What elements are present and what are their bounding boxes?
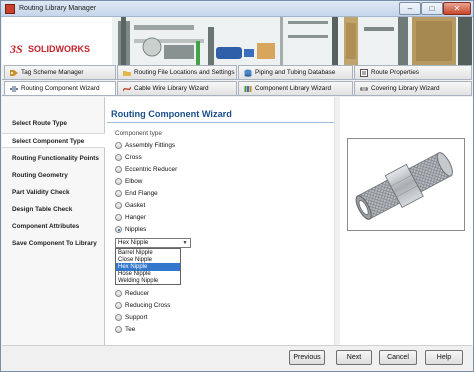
close-button[interactable]: ✕: [443, 2, 471, 15]
tab-routing-file-locations[interactable]: Routing File Locations and Settings: [117, 65, 237, 79]
database-icon: [244, 69, 252, 77]
tab-label: Tag Scheme Manager: [21, 69, 84, 76]
radio-button[interactable]: [115, 190, 122, 197]
cable-icon: [123, 86, 131, 92]
covering-icon: [360, 87, 368, 91]
tab-route-properties[interactable]: Route Properties: [354, 65, 472, 79]
step-routing-geometry[interactable]: Routing Geometry: [2, 168, 105, 183]
radio-button[interactable]: [115, 154, 122, 161]
wizard-icon: [10, 86, 18, 92]
cancel-button[interactable]: Cancel: [379, 350, 417, 365]
tab-label: Routing File Locations and Settings: [134, 69, 235, 76]
window-title: Routing Library Manager: [19, 5, 97, 12]
hex-nipple-preview-image: [355, 152, 453, 220]
solidworks-logo: 3S SOLIDWORKS: [10, 41, 110, 61]
tab-label: Component Library Wizard: [255, 85, 332, 92]
radio-label: Gasket: [125, 202, 146, 209]
tab-separator: [2, 95, 472, 96]
tab-separator: [2, 79, 472, 80]
radio-button[interactable]: [115, 142, 122, 149]
wizard-main-panel: Routing Component Wizard Component type …: [105, 97, 473, 345]
radio-label: Assembly Fittings: [125, 142, 176, 149]
radio-button[interactable]: [115, 302, 122, 309]
radio-button[interactable]: [115, 290, 122, 297]
title-divider: [107, 122, 337, 123]
radio-label: Reducing Cross: [125, 302, 171, 309]
radio-button[interactable]: [115, 326, 122, 333]
tab-label: Covering Library Wizard: [371, 85, 440, 92]
radio-label: Elbow: [125, 178, 143, 185]
help-button[interactable]: Help: [425, 350, 463, 365]
wizard-steps-sidebar: Select Route Type Select Component Type …: [2, 97, 105, 345]
radio-label: Hanger: [125, 214, 146, 221]
tab-component-library-wizard[interactable]: Component Library Wizard: [238, 81, 353, 95]
step-routing-functionality-points[interactable]: Routing Functionality Points: [2, 151, 105, 166]
step-select-component-type[interactable]: Select Component Type: [2, 133, 105, 148]
previous-button[interactable]: Previous: [289, 350, 325, 365]
wizard-title: Routing Component Wizard: [111, 109, 232, 119]
component-type-label: Component type: [115, 130, 162, 137]
radio-label: Tee: [125, 326, 136, 333]
step-design-table-check[interactable]: Design Table Check: [2, 202, 105, 217]
radio-label: End Flange: [125, 190, 158, 197]
tab-covering-library-wizard[interactable]: Covering Library Wizard: [354, 81, 472, 95]
dropdown-arrow-icon[interactable]: ▼: [181, 239, 189, 247]
next-button[interactable]: Next: [336, 350, 372, 365]
radio-label: Support: [125, 314, 148, 321]
app-icon: [5, 4, 15, 14]
brand-name: SOLIDWORKS: [28, 44, 90, 54]
step-part-validity-check[interactable]: Part Validity Check: [2, 185, 105, 200]
footer-bar: Previous Next Cancel Help: [2, 345, 472, 371]
radio-button[interactable]: [115, 214, 122, 221]
nipple-subtype-list: Barrel Nipple Close Nipple Hex Nipple Ho…: [115, 248, 181, 285]
routing-library-manager-window: Routing Library Manager – □ ✕ 3S SOLIDWO…: [0, 0, 474, 372]
step-save-component-to-library[interactable]: Save Component To Library: [2, 236, 105, 251]
tab-label: Piping and Tubing Database: [255, 69, 336, 76]
ds-logo-mark: 3S: [10, 42, 23, 56]
maximize-button[interactable]: □: [421, 2, 443, 15]
radio-button-selected[interactable]: [115, 226, 122, 233]
radio-button[interactable]: [115, 166, 122, 173]
plant-illustration: [112, 17, 472, 65]
radio-label: Reducer: [125, 290, 150, 297]
options-scrollbar[interactable]: [334, 97, 340, 345]
library-icon: [244, 86, 252, 92]
radio-label: Cross: [125, 154, 142, 161]
step-component-attributes[interactable]: Component Attributes: [2, 219, 105, 234]
option-welding-nipple[interactable]: Welding Nipple: [116, 277, 180, 285]
tab-tag-scheme-manager[interactable]: Tag Scheme Manager: [4, 65, 116, 79]
header-banner: 3S SOLIDWORKS: [2, 17, 472, 65]
nipple-subtype-dropdown[interactable]: Hex Nipple ▼: [115, 238, 191, 248]
tab-cable-wire-library-wizard[interactable]: Cable Wire Library Wizard: [117, 81, 237, 95]
radio-button[interactable]: [115, 178, 122, 185]
tab-piping-tubing-database[interactable]: Piping and Tubing Database: [238, 65, 353, 79]
title-bar: Routing Library Manager – □ ✕: [1, 1, 473, 17]
dropdown-value: Hex Nipple: [118, 239, 149, 246]
tab-label: Cable Wire Library Wizard: [134, 85, 209, 92]
radio-label: Nipples: [125, 226, 147, 233]
minimize-button[interactable]: –: [399, 2, 421, 15]
tag-icon: [10, 70, 18, 76]
component-preview: [347, 138, 465, 231]
tab-label: Routing Component Wizard: [21, 85, 100, 92]
radio-label: Eccentric Reducer: [125, 166, 178, 173]
properties-icon: [360, 69, 368, 77]
radio-button[interactable]: [115, 202, 122, 209]
folder-icon: [123, 71, 131, 76]
tab-label: Route Properties: [371, 69, 419, 76]
step-select-route-type[interactable]: Select Route Type: [2, 116, 105, 131]
radio-button[interactable]: [115, 314, 122, 321]
tab-routing-component-wizard[interactable]: Routing Component Wizard: [4, 81, 116, 95]
